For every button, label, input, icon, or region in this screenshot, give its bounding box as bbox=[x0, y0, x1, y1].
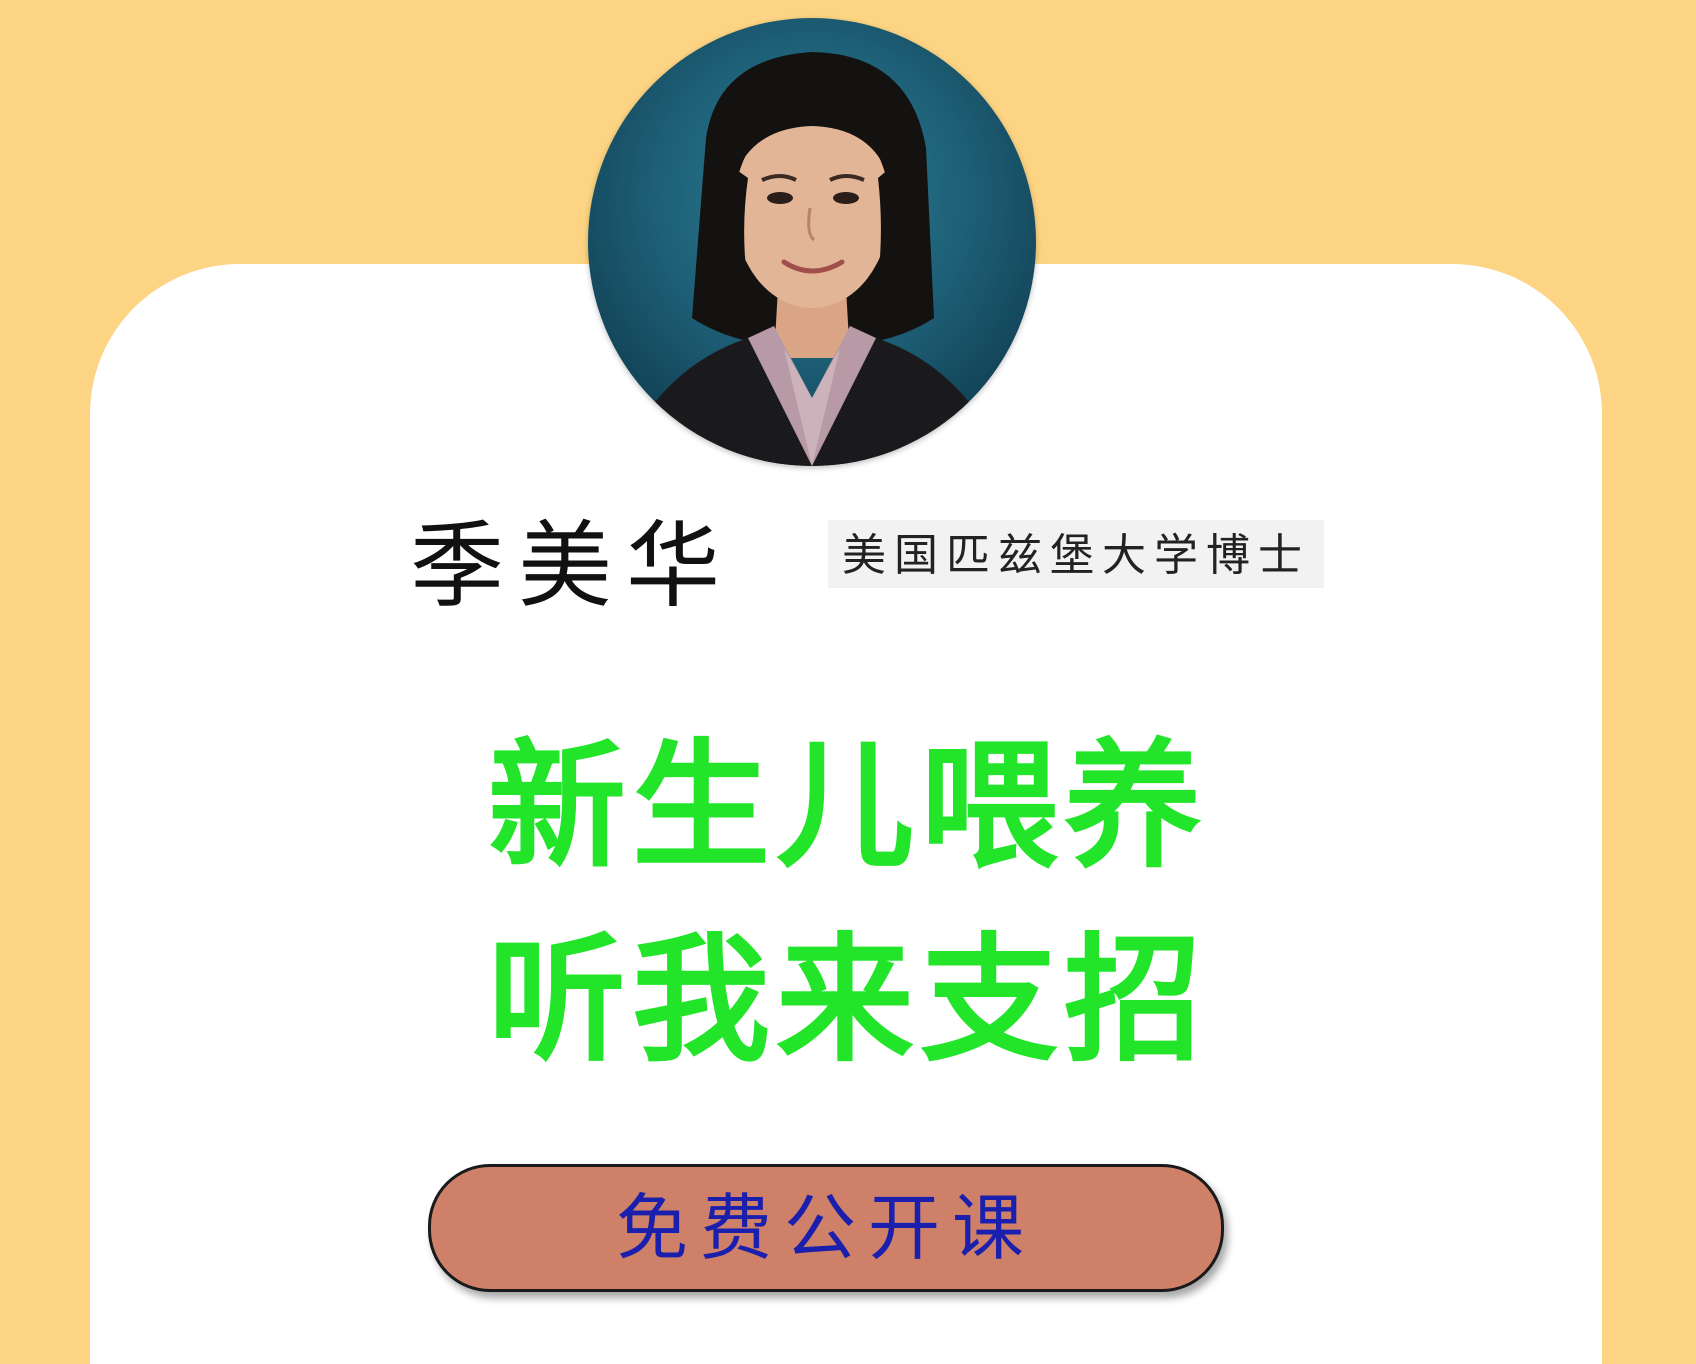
free-course-button[interactable]: 免费公开课 bbox=[428, 1164, 1224, 1292]
headline-line-1: 新生儿喂养 bbox=[487, 726, 1208, 887]
headline-line-2: 听我来支招 bbox=[487, 920, 1208, 1081]
teacher-credential: 美国匹兹堡大学博士 bbox=[828, 520, 1324, 588]
free-course-button-label: 免费公开课 bbox=[615, 1186, 1036, 1270]
avatar bbox=[588, 18, 1036, 466]
portrait-image bbox=[618, 52, 1006, 466]
teacher-name: 季美华 bbox=[410, 512, 735, 621]
